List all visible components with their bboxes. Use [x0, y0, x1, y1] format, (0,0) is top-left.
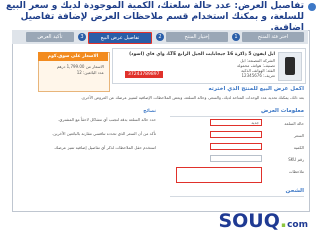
quantity-input[interactable]: [210, 143, 262, 150]
help-title: نصائح: [143, 109, 156, 114]
phone-icon: [285, 57, 295, 75]
step-1-number: 1: [232, 33, 240, 41]
step-2-label: إختيار المنتج: [184, 34, 210, 40]
offer-info-section-title: معلومات العرض: [261, 108, 304, 114]
price-label: السعر: [293, 133, 304, 138]
sku-input[interactable]: [210, 155, 262, 162]
help-item: حدد حالة السلعة بدقة لتجنب أي مشاكل لاحق…: [58, 117, 156, 122]
price-summary-title: الاسعار على سوق.كوم: [38, 52, 108, 61]
notes-label: ملاحظات: [288, 169, 304, 174]
step-2[interactable]: إختيار المنتج: [166, 32, 228, 42]
section-divider: [170, 116, 304, 117]
step-1-label: اختر فئة المنتج: [257, 34, 289, 40]
condition-label: حالة السلعة: [284, 121, 304, 126]
condition-select[interactable]: جديد: [210, 119, 262, 126]
help-item: تأكد من أن السعر الذي تحدده تنافسي مقارن…: [52, 131, 156, 136]
condition-value: جديد: [251, 120, 259, 125]
product-title[interactable]: ابل ايفون 5 ذاكرة 16 جيجابايت الجيل الرا…: [117, 52, 275, 57]
barcode-badge: 37243789897: [125, 71, 163, 78]
sku-label: رقم SKU: [288, 157, 304, 162]
price-input[interactable]: [210, 131, 262, 138]
offer-intro-title: اكمل عرض البيع للمنتج الذي اخترته: [208, 86, 304, 92]
wizard-steps-bar: اختر فئة المنتج 1 إختيار المنتج 2 تفاصيل…: [12, 30, 308, 44]
step-1[interactable]: اختر فئة المنتج: [242, 32, 304, 42]
souq-logo-suffix: com: [287, 220, 308, 230]
step-3-active[interactable]: تفاصيل عرض البيع: [88, 32, 152, 44]
step-4[interactable]: تأكيد العرض: [26, 32, 74, 42]
souq-logo-dot: .: [279, 210, 288, 232]
step-3-label: تفاصيل عرض البيع: [100, 35, 140, 41]
section-divider: [170, 196, 304, 197]
help-item: استخدم حقل الملاحظات لذكر أي تفاصيل إضاف…: [53, 145, 156, 150]
offer-intro-body: بعد ذلك، يمكنك تحديد عدد الوحدات المتاحة…: [80, 95, 304, 100]
slide-bullet: [308, 3, 316, 11]
price-summary-row: الاسعار من 1,799.00 درهم: [56, 64, 104, 69]
step-2-number: 2: [156, 33, 164, 41]
notes-textarea[interactable]: [176, 167, 262, 183]
shipping-section-title: الشحن: [285, 188, 304, 194]
step-4-label: تأكيد العرض: [37, 34, 63, 40]
product-image: [278, 52, 302, 81]
step-3-number: 3: [78, 33, 86, 41]
product-card: ابل ايفون 5 ذاكرة 16 جيجابايت الجيل الرا…: [112, 48, 306, 84]
souq-logo: SOUQ.com: [218, 210, 308, 236]
souq-logo-name: SOUQ: [218, 210, 280, 232]
price-summary-row: عدد البائعين: 12: [76, 70, 104, 75]
quantity-label: الكمية: [293, 145, 304, 150]
